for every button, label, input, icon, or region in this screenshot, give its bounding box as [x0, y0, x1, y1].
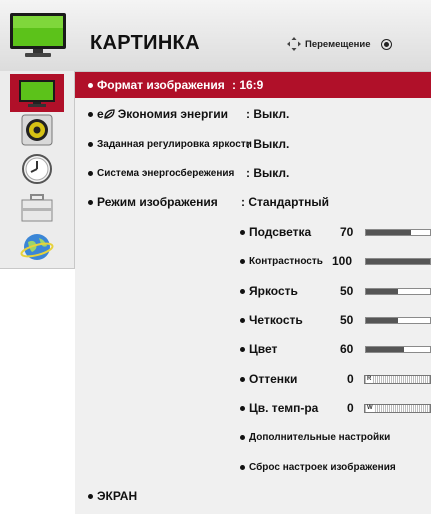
menu-item-picture-mode[interactable]: Режим изображения : Стандартный — [75, 189, 431, 215]
menu-item-label: Дополнительные настройки — [249, 431, 391, 443]
menu-item-value: : Выкл. — [246, 166, 290, 180]
menu-item-label: Система энергосбережения — [97, 167, 235, 179]
menu-item-power-saving-system[interactable]: Система энергосбережения : Выкл. — [75, 160, 431, 186]
tint-slider-tag: R — [366, 376, 373, 383]
menu-item-value: : Стандартный — [241, 195, 330, 209]
setting-value: 50 — [340, 284, 354, 298]
bullet — [240, 317, 245, 323]
setting-color-temperature[interactable]: Цв. темп-ра 0 W — [75, 395, 431, 421]
setting-label: Цв. темп-ра — [249, 401, 319, 415]
menu-item-aspect-ratio[interactable]: Формат изображения : 16:9 — [75, 72, 431, 98]
menu-item-picture-reset[interactable]: Сброс настроек изображения — [75, 454, 431, 480]
setting-contrast[interactable]: Контрастность 100 — [75, 248, 431, 274]
menu-item-label: Формат изображения — [97, 78, 225, 92]
slider-fill — [366, 259, 430, 264]
picture-tv-icon — [19, 80, 55, 107]
slider-fill — [366, 347, 405, 352]
color-temperature-slider-tag: W — [366, 405, 374, 412]
menu-content: Формат изображения : 16:9 e Экономия энер… — [75, 72, 431, 514]
setting-sharpness[interactable]: Четкость 50 — [75, 307, 431, 333]
level-slider[interactable] — [365, 288, 431, 295]
speaker-icon — [21, 114, 53, 146]
setting-brightness[interactable]: Яркость 50 — [75, 278, 431, 304]
slider-fill — [366, 289, 398, 294]
bullet — [240, 434, 245, 440]
setting-value: 60 — [340, 342, 354, 356]
bullet — [240, 229, 245, 235]
navigation-hint-label: Перемещение — [305, 38, 371, 50]
page-title: КАРТИНКА — [90, 32, 200, 54]
menu-item-label: Заданная регулировка яркости — [97, 138, 252, 150]
level-slider[interactable] — [365, 258, 431, 265]
slider-fill — [366, 230, 411, 235]
toolbox-icon — [21, 194, 53, 222]
setting-tint[interactable]: Оттенки 0 R — [75, 366, 431, 392]
sidebar-item-picture[interactable] — [10, 74, 64, 112]
bullet — [240, 464, 245, 470]
color-temperature-slider[interactable]: W — [364, 404, 431, 413]
bullet — [240, 376, 245, 382]
bullet — [88, 493, 93, 499]
setting-color[interactable]: Цвет 60 — [75, 336, 431, 362]
menu-item-label: ЭКРАН — [97, 489, 138, 503]
setting-value: 0 — [347, 372, 354, 386]
menu-item-preset-brightness[interactable]: Заданная регулировка яркости : Выкл. — [75, 131, 431, 157]
menu-item-value: : Выкл. — [246, 137, 290, 151]
bullet — [240, 405, 245, 411]
bullet — [88, 141, 93, 147]
menu-item-advanced-settings[interactable]: Дополнительные настройки — [75, 424, 431, 450]
sidebar-item-options[interactable] — [12, 191, 62, 225]
picture-menu-panel: КАРТИНКА Перемещение Формат изображения … — [0, 0, 431, 514]
level-slider[interactable] — [365, 317, 431, 324]
setting-label: Контрастность — [249, 255, 323, 267]
four-way-arrows-icon — [287, 37, 301, 51]
setting-value: 70 — [340, 225, 354, 239]
setting-label: Оттенки — [249, 372, 298, 386]
setting-backlight[interactable]: Подсветка 70 — [75, 219, 431, 245]
menu-item-label: Экономия энергии — [117, 107, 229, 121]
tint-slider[interactable]: R — [364, 375, 431, 384]
menu-item-label: Режим изображения — [97, 195, 218, 209]
setting-label: Подсветка — [249, 225, 312, 239]
slider-fill — [366, 318, 398, 323]
sidebar-item-network[interactable] — [12, 230, 62, 264]
setting-value: 0 — [347, 401, 354, 415]
bullet — [240, 258, 245, 264]
bullet — [88, 82, 93, 88]
menu-item-energy-saving[interactable]: e Экономия энергии : Выкл. — [75, 101, 431, 127]
bullet — [88, 170, 93, 176]
setting-value: 100 — [332, 254, 353, 268]
menu-item-value: : Выкл. — [246, 107, 290, 121]
ok-button-icon — [380, 38, 392, 50]
tv-icon — [10, 13, 66, 57]
menu-item-screen[interactable]: ЭКРАН — [75, 483, 431, 509]
category-sidebar — [0, 71, 75, 269]
eco-leaf-icon: e — [97, 107, 115, 121]
setting-label: Четкость — [249, 313, 303, 327]
menu-item-label: Сброс настроек изображения — [249, 461, 396, 473]
sidebar-item-time[interactable] — [12, 152, 62, 186]
globe-network-icon — [20, 234, 54, 260]
bullet — [240, 346, 245, 352]
setting-value: 50 — [340, 313, 354, 327]
bullet — [88, 111, 93, 117]
setting-label: Цвет — [249, 342, 278, 356]
bullet — [240, 288, 245, 294]
bullet — [88, 199, 93, 205]
navigation-hint: Перемещение — [287, 37, 392, 51]
level-slider[interactable] — [365, 229, 431, 236]
level-slider[interactable] — [365, 346, 431, 353]
sidebar-item-audio[interactable] — [12, 113, 62, 147]
menu-item-value: : 16:9 — [232, 78, 264, 92]
eco-icon-letter: e — [97, 107, 104, 121]
menu-header: КАРТИНКА Перемещение — [0, 0, 431, 72]
clock-icon — [22, 154, 52, 184]
setting-label: Яркость — [249, 284, 298, 298]
leaf-glyph — [104, 109, 115, 119]
